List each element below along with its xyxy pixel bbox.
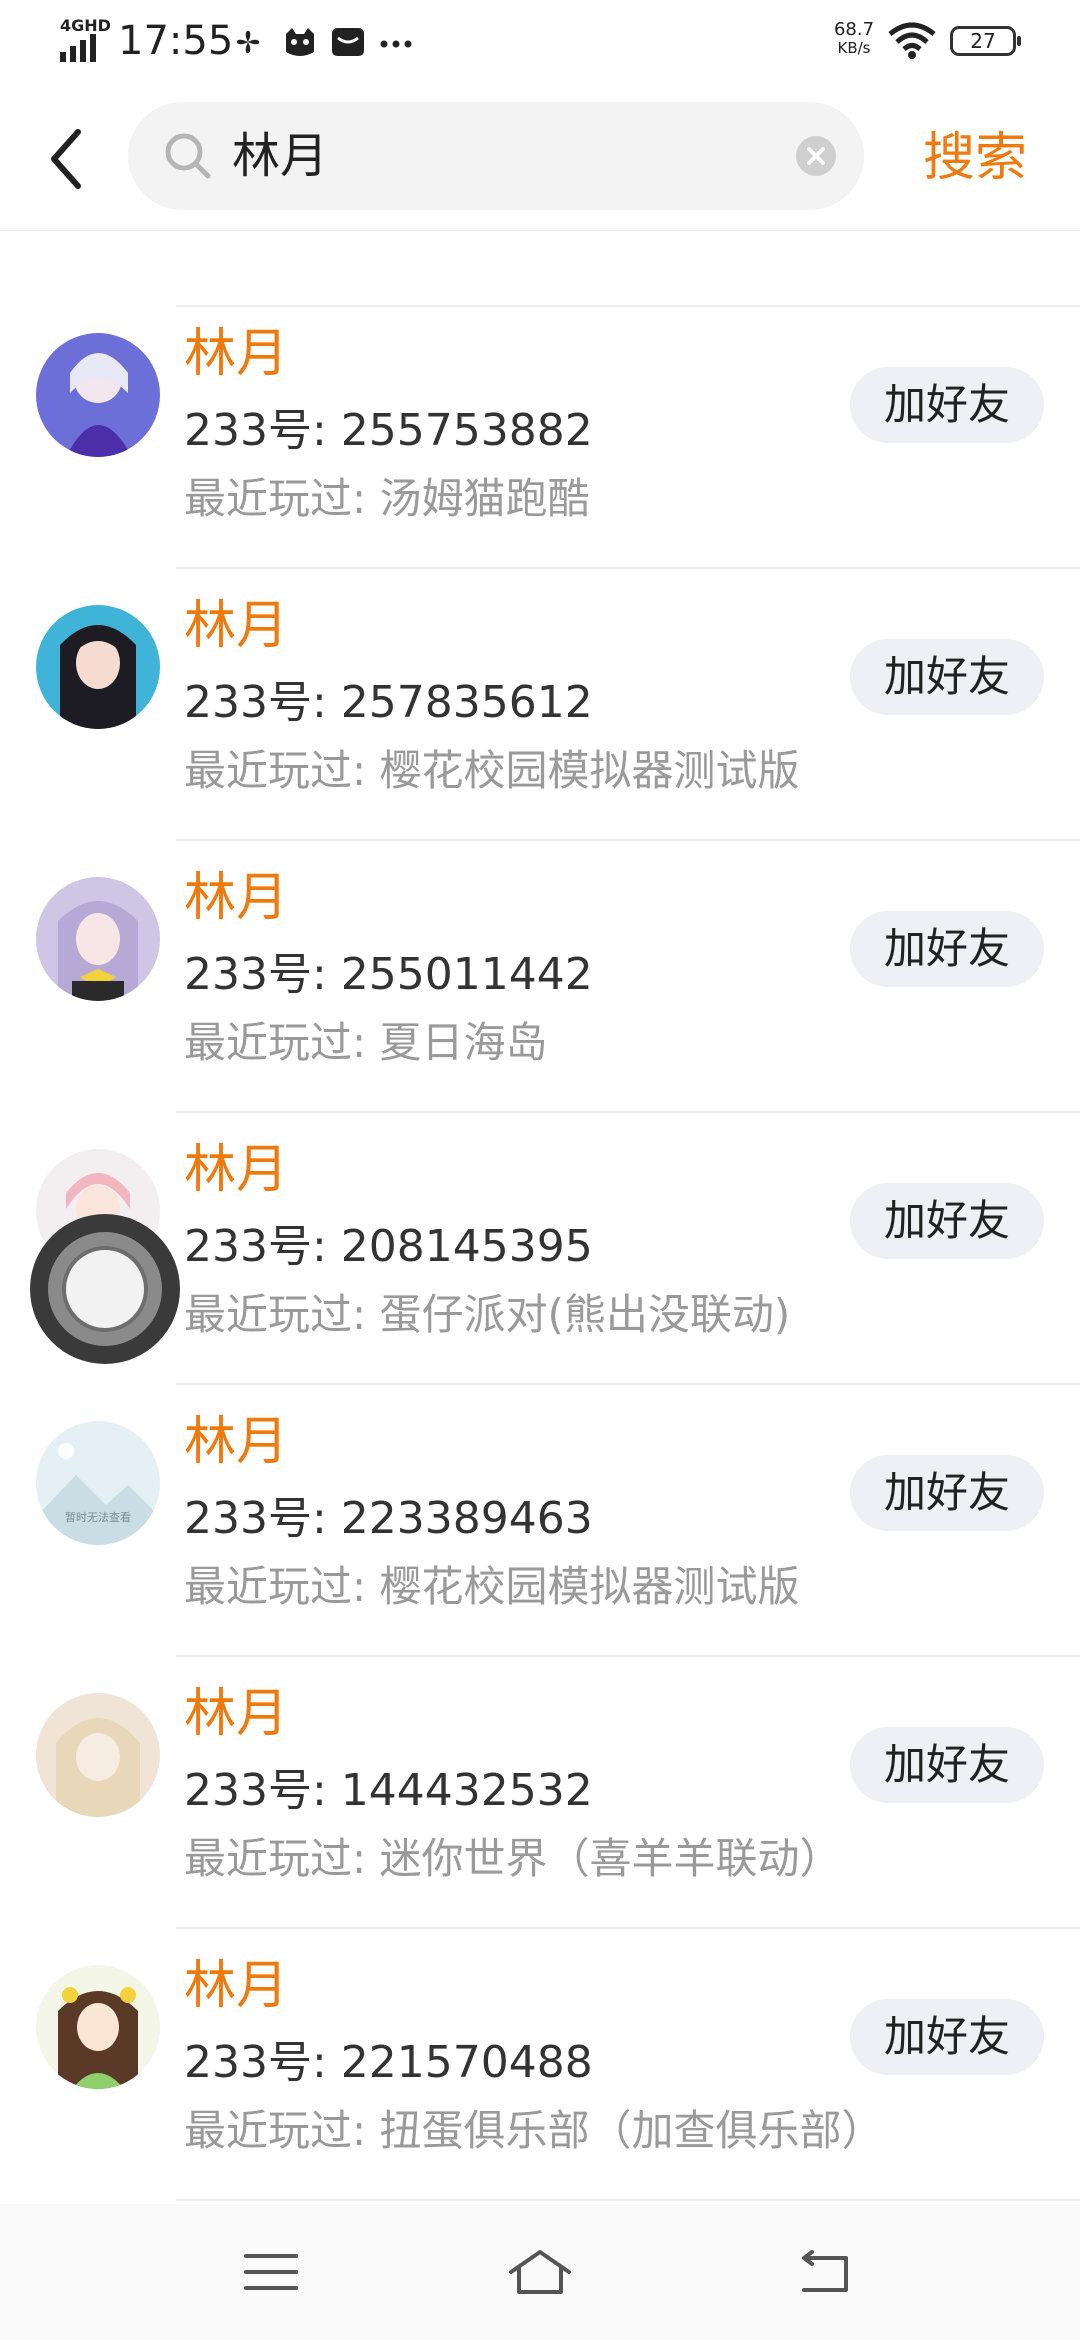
cat-app-icon bbox=[286, 28, 314, 56]
avatar[interactable] bbox=[36, 605, 160, 729]
search-icon bbox=[165, 133, 211, 179]
add-friend-button[interactable]: 加好友 bbox=[850, 1183, 1044, 1259]
avatar[interactable] bbox=[36, 877, 160, 1001]
search-input[interactable] bbox=[232, 102, 792, 210]
user-name: 林月 bbox=[184, 1956, 289, 2016]
menu-icon[interactable] bbox=[236, 2244, 306, 2300]
avatar[interactable] bbox=[36, 1693, 160, 1817]
recently-played: 最近玩过: 迷你世界（喜羊羊联动） bbox=[184, 1834, 842, 1883]
recently-played: 最近玩过: 夏日海岛 bbox=[184, 1018, 548, 1067]
list-item[interactable]: 林月 233号: 144432532 最近玩过: 迷你世界（喜羊羊联动） 加好友 bbox=[0, 1657, 1080, 1929]
list-item[interactable]: 暂时无法查看 林月 233号: 223389463 最近玩过: 樱花校园模拟器测… bbox=[0, 1385, 1080, 1657]
user-id: 233号: 221570488 bbox=[184, 2037, 593, 2088]
clear-icon[interactable] bbox=[792, 132, 840, 180]
user-name: 林月 bbox=[184, 1684, 289, 1744]
avatar[interactable]: 暂时无法查看 bbox=[36, 1421, 160, 1545]
divider bbox=[176, 2199, 1080, 2201]
home-icon[interactable] bbox=[505, 2244, 575, 2300]
list-item[interactable]: 林月 233号: 234282058 bbox=[0, 231, 1080, 307]
user-name: 林月 bbox=[184, 1412, 289, 1472]
add-friend-button[interactable]: 加好友 bbox=[850, 1455, 1044, 1531]
clock: 17:55 bbox=[118, 18, 234, 64]
pinwheel-icon bbox=[236, 30, 260, 54]
avatar-placeholder-text: 暂时无法查看 bbox=[65, 1511, 131, 1524]
recently-played: 最近玩过: 蛋仔派对(熊出没联动) bbox=[184, 1290, 791, 1339]
recently-played: 最近玩过: 樱花校园模拟器测试版 bbox=[184, 1562, 800, 1611]
battery-indicator: 27 bbox=[950, 26, 1021, 56]
back-icon[interactable] bbox=[790, 2244, 860, 2300]
search-box[interactable] bbox=[128, 102, 864, 210]
search-header: 搜索 bbox=[0, 90, 1080, 231]
recently-played: 最近玩过: 扭蛋俱乐部（加查俱乐部） bbox=[184, 2106, 884, 2155]
avatar[interactable] bbox=[36, 333, 160, 457]
more-notifications-icon bbox=[380, 40, 412, 48]
recently-played: 最近玩过: 汤姆猫跑酷 bbox=[184, 474, 590, 523]
add-friend-button[interactable]: 加好友 bbox=[850, 367, 1044, 443]
user-name: 林月 bbox=[184, 324, 289, 384]
wifi-icon bbox=[888, 22, 936, 59]
add-friend-button[interactable]: 加好友 bbox=[850, 911, 1044, 987]
search-button[interactable]: 搜索 bbox=[900, 118, 1050, 198]
user-name: 林月 bbox=[184, 1140, 289, 1200]
signal-icon bbox=[60, 34, 96, 62]
user-id: 233号: 255011442 bbox=[184, 949, 593, 1000]
user-name: 林月 bbox=[184, 596, 289, 656]
chevron-left-icon[interactable] bbox=[40, 124, 96, 194]
list-item[interactable]: 林月 233号: 255753882 最近玩过: 汤姆猫跑酷 加好友 bbox=[0, 297, 1080, 569]
mail-icon bbox=[332, 28, 364, 56]
user-id: 233号: 257835612 bbox=[184, 677, 593, 728]
list-item[interactable]: 林月 233号: 255011442 最近玩过: 夏日海岛 加好友 bbox=[0, 841, 1080, 1113]
user-id: 233号: 255753882 bbox=[184, 405, 593, 456]
network-speed-unit: KB/s bbox=[837, 39, 871, 57]
assistive-touch-core bbox=[66, 1250, 144, 1328]
user-id: 233号: 223389463 bbox=[184, 1493, 593, 1544]
user-id: 233号: 144432532 bbox=[184, 1765, 593, 1816]
list-item[interactable]: 林月 233号: 221570488 最近玩过: 扭蛋俱乐部（加查俱乐部） 加好… bbox=[0, 1929, 1080, 2201]
list-item[interactable]: 林月 233号: 257835612 最近玩过: 樱花校园模拟器测试版 加好友 bbox=[0, 569, 1080, 841]
network-speed-value: 68.7 bbox=[833, 19, 875, 40]
add-friend-button[interactable]: 加好友 bbox=[850, 1727, 1044, 1803]
search-results-list[interactable]: 林月 233号: 234282058 林月 233号: 255753882 最近… bbox=[0, 231, 1080, 2204]
add-friend-button[interactable]: 加好友 bbox=[850, 639, 1044, 715]
system-navigation-bar bbox=[0, 2204, 1080, 2340]
status-bar: 4GHD 17:55 68.7 KB/s 27 bbox=[0, 0, 1080, 90]
recently-played: 最近玩过: 樱花校园模拟器测试版 bbox=[184, 746, 800, 795]
network-speed: 68.7 KB/s bbox=[824, 20, 884, 58]
add-friend-button[interactable]: 加好友 bbox=[850, 1999, 1044, 2075]
user-name: 林月 bbox=[184, 868, 289, 928]
avatar[interactable] bbox=[36, 1965, 160, 2089]
assistive-touch-button[interactable] bbox=[30, 1214, 180, 1364]
user-id: 233号: 208145395 bbox=[184, 1221, 593, 1272]
